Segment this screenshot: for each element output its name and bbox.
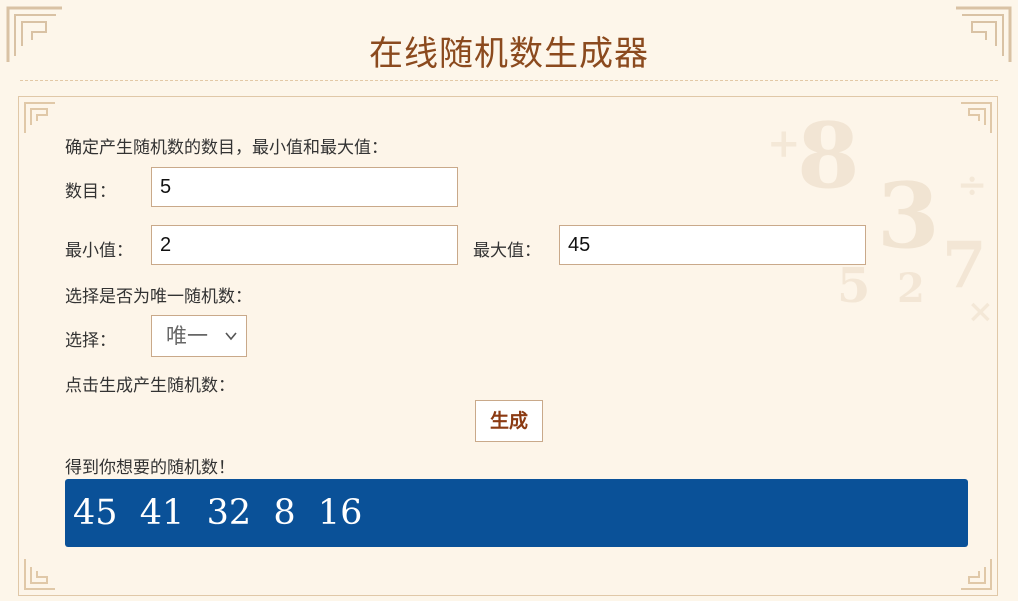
background-digit: + — [767, 120, 801, 167]
background-digit: 5 — [837, 258, 870, 314]
background-digit: 2 — [897, 265, 925, 312]
unique-select-value: 唯一 — [166, 324, 208, 348]
unique-intro-text: 选择是否为唯一随机数： — [65, 287, 252, 307]
result-display: 45 41 32 8 16 — [65, 479, 968, 547]
min-input[interactable] — [151, 225, 458, 265]
ornamental-corner-icon — [24, 559, 55, 590]
choice-label: 选择： — [65, 331, 116, 351]
background-digit: × — [967, 292, 994, 327]
count-input[interactable] — [151, 167, 458, 207]
min-label: 最小值： — [65, 241, 133, 261]
generator-panel: 8 3 5 2 7 + - ÷ × 确定产生随机数的数目，最小值和最大值： 数目… — [18, 96, 998, 596]
page-title: 在线随机数生成器 — [369, 34, 649, 74]
background-digit: ÷ — [957, 164, 987, 206]
intro-text: 确定产生随机数的数目，最小值和最大值： — [65, 138, 388, 158]
count-label: 数目： — [65, 182, 116, 202]
generate-button[interactable]: 生成 — [475, 400, 543, 442]
background-digit: 3 — [877, 163, 940, 269]
result-intro-text: 得到你想要的随机数！ — [65, 458, 235, 478]
generate-intro-text: 点击生成产生随机数： — [65, 376, 235, 396]
chevron-down-icon — [225, 332, 237, 341]
max-label: 最大值： — [473, 241, 541, 261]
background-digit: 8 — [797, 103, 860, 209]
background-digits-decoration: 8 3 5 2 7 + - ÷ × — [767, 103, 994, 327]
title-divider — [20, 80, 998, 81]
max-input[interactable] — [559, 225, 866, 265]
ornamental-corner-icon — [24, 102, 55, 133]
unique-select[interactable]: 唯一 — [151, 315, 247, 357]
ornamental-corner-icon — [961, 559, 992, 590]
